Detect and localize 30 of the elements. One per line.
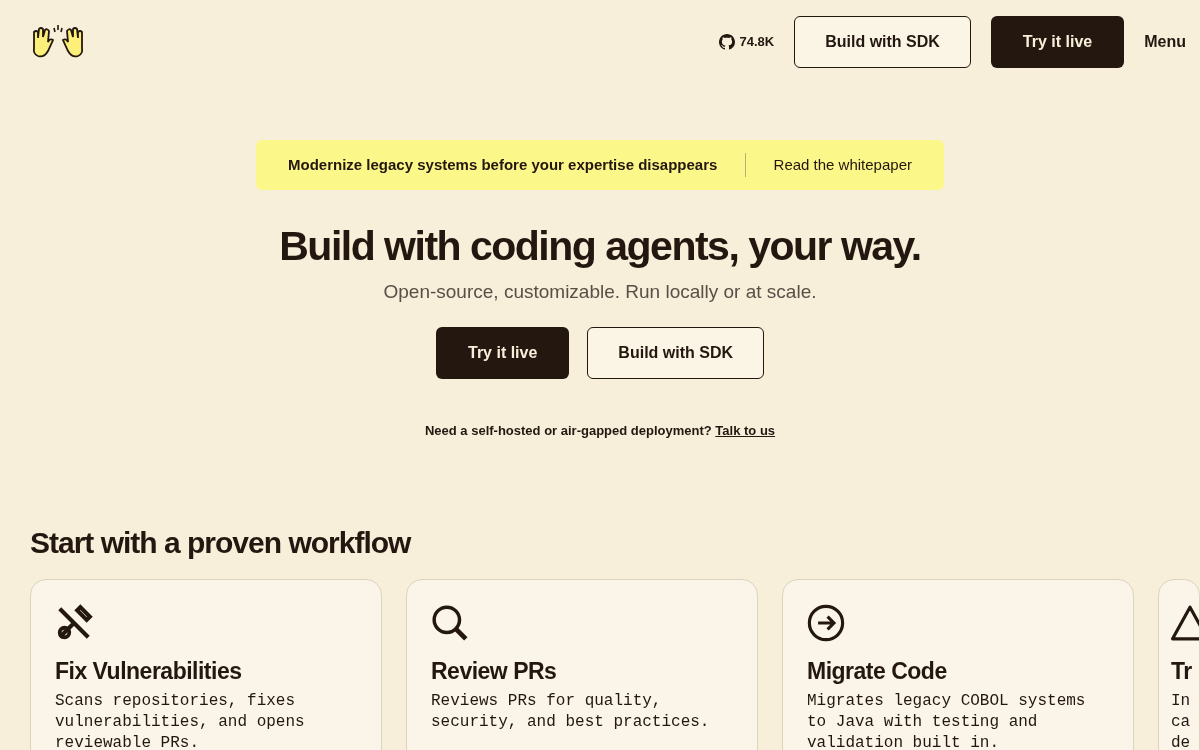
build-sdk-button[interactable]: Build with SDK	[587, 326, 764, 379]
hero-title: Build with coding agents, your way.	[278, 222, 922, 271]
warning-icon	[1171, 604, 1199, 642]
card-description: Scans repositories, fixes vulnerabilities, and opens reviewable PRs.	[55, 690, 306, 750]
whitepaper-link[interactable]: Read the whitepaper	[773, 153, 912, 177]
workflow-card[interactable]: Review PRs Reviews PRs for quality, security, and best practices.	[406, 579, 758, 750]
card-title: Migrate Code	[807, 657, 948, 686]
card-title: Review PRs	[431, 657, 558, 686]
banner-message: Modernize legacy systems before your expertise disappears	[288, 154, 718, 175]
github-icon	[719, 34, 736, 50]
build-sdk-button[interactable]: Build with SDK	[794, 16, 971, 68]
search-icon	[431, 604, 469, 642]
talk-to-us-link[interactable]: Talk to us	[715, 422, 776, 438]
hero-subtitle: Open-source, customizable. Run locally or at scale.	[382, 280, 818, 304]
workflow-card[interactable]: Tr In ca de	[1158, 579, 1200, 750]
menu-link[interactable]: Menu	[1144, 30, 1186, 54]
workflow-card[interactable]: Migrate Code Migrates legacy COBOL systems to Java with testing and validation built in.	[782, 579, 1134, 750]
card-description: Reviews PRs for quality, security, and best practices.	[431, 690, 711, 733]
card-title: Fix Vulnerabilities	[55, 657, 243, 686]
deployment-note: Need a self-hosted or air-gapped deployment? Talk to us	[423, 421, 777, 440]
section-heading: Start with a proven workflow	[30, 525, 413, 561]
raised-hands-logo[interactable]	[30, 24, 86, 60]
card-title: Tr	[1171, 657, 1193, 686]
github-stars-link[interactable]: 74.8K	[719, 32, 775, 52]
try-live-button[interactable]: Try it live	[990, 16, 1125, 68]
try-live-button[interactable]: Try it live	[436, 326, 570, 379]
arrow-circle-icon	[807, 604, 845, 642]
card-description: Migrates legacy COBOL systems to Java with testing and validation built in.	[807, 690, 1087, 750]
workflow-card[interactable]: Fix Vulnerabilities Scans repositories, fixes vulnerabilities, and opens reviewable PRs.	[30, 579, 382, 750]
card-description: In ca de	[1171, 690, 1192, 750]
